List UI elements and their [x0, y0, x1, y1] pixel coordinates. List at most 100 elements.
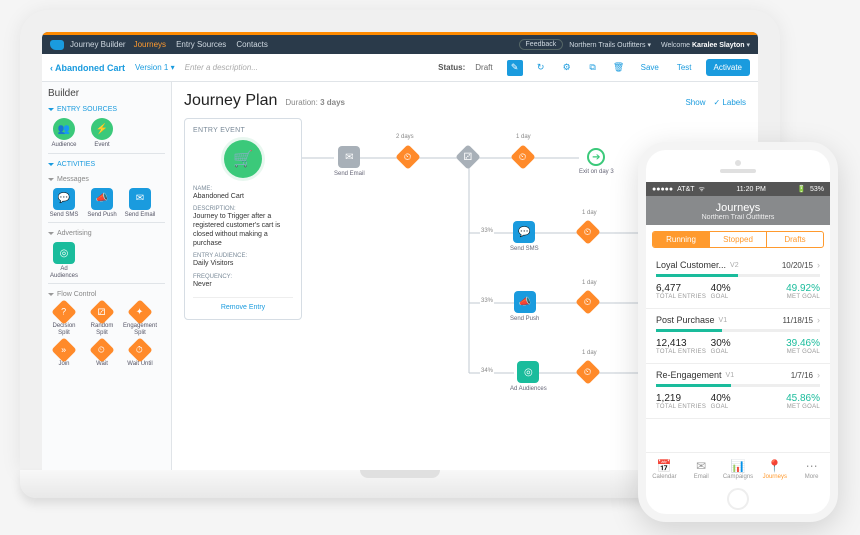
segment-control[interactable]: Running Stopped Drafts [652, 231, 824, 248]
tab-email[interactable]: ✉Email [683, 453, 720, 486]
tile-join[interactable]: »Join [48, 341, 80, 368]
node-wait-1day-d[interactable]: ⏲ [579, 363, 597, 381]
join-icon: » [51, 337, 76, 362]
seg-stopped[interactable]: Stopped [709, 232, 766, 247]
delete-icon[interactable]: 🗑 [611, 60, 627, 76]
group-advertising[interactable]: Advertising [48, 229, 165, 238]
tile-ad-audiences[interactable]: ◎Ad Audiences [48, 242, 80, 279]
phone-header: Journeys Northern Trail Outfitters [646, 196, 830, 225]
node-wait-1day-b[interactable]: ⏲ [579, 223, 597, 241]
description-input[interactable]: Enter a description... [185, 63, 258, 72]
phone-frame: ●●●●● AT&T ᯤ 11:20 PM 🔋 53% Journeys Nor… [638, 142, 838, 522]
push-icon: 📣 [514, 291, 536, 313]
tab-more[interactable]: ⋯More [793, 453, 830, 486]
tile-engagement-split[interactable]: ✦Engagement Split [124, 303, 156, 336]
seg-running[interactable]: Running [653, 232, 709, 247]
push-icon: 📣 [91, 188, 113, 210]
battery-icon: 🔋 [797, 185, 806, 193]
nav-journeys[interactable]: Journeys [134, 40, 166, 49]
mail-icon: ✉ [696, 459, 706, 473]
node-wait-2days[interactable]: ⏲ [399, 148, 417, 166]
sms-icon: 💬 [513, 221, 535, 243]
tile-decision-split[interactable]: ?Decision Split [48, 303, 80, 336]
phone-statusbar: ●●●●● AT&T ᯤ 11:20 PM 🔋 53% [646, 182, 830, 196]
phone-tabbar: 📅Calendar ✉Email 📊Campaigns 📍Journeys ⋯M… [646, 452, 830, 486]
nav-contacts[interactable]: Contacts [236, 40, 268, 49]
node-send-push[interactable]: 📣Send Push [510, 291, 539, 322]
pin-icon: 📍 [767, 459, 782, 473]
group-flow-control[interactable]: Flow Control [48, 290, 165, 299]
random-icon: ⚂ [89, 300, 114, 325]
tile-send-push[interactable]: 📣Send Push [86, 188, 118, 219]
node-wait-1day-c[interactable]: ⏲ [579, 293, 597, 311]
version-dropdown[interactable]: Version 1 ▾ [135, 63, 175, 72]
entry-event-card[interactable]: ENTRY EVENT 🛒 NAME:Abandoned Cart DESCRI… [184, 118, 302, 320]
ad-icon: ◎ [53, 242, 75, 264]
test-button[interactable]: Test [673, 63, 696, 72]
sms-icon: 💬 [53, 188, 75, 210]
more-icon: ⋯ [806, 459, 818, 473]
tab-journeys[interactable]: 📍Journeys [756, 453, 793, 486]
campaigns-icon: 📊 [731, 459, 746, 473]
node-send-email[interactable]: ✉Send Email [334, 146, 365, 177]
salesforce-logo-icon [50, 40, 64, 50]
remove-entry-link[interactable]: Remove Entry [193, 297, 293, 311]
engagement-icon: ✦ [127, 300, 152, 325]
settings-icon[interactable]: ⚙ [559, 60, 575, 76]
user-menu[interactable]: Welcome Karalee Slayton ▾ [661, 41, 750, 49]
builder-sidebar: Builder ENTRY SOURCES 👥Audience ⚡Event A… [42, 82, 172, 470]
show-toggle[interactable]: Show [685, 98, 705, 107]
tile-wait-until[interactable]: ⏱Wait Until [124, 341, 156, 368]
node-exit-a[interactable]: ➔Exit on day 3 [579, 148, 614, 175]
tile-send-sms[interactable]: 💬Send SMS [48, 188, 80, 219]
node-wait-1day-a[interactable]: ⏲ [514, 148, 532, 166]
back-link[interactable]: ‹Abandoned Cart [50, 63, 125, 73]
wait-until-icon: ⏱ [127, 337, 152, 362]
feedback-button[interactable]: Feedback [519, 39, 564, 50]
account-switcher[interactable]: Northern Trails Outfitters ▾ [569, 41, 651, 49]
labels-toggle[interactable]: ✓ Labels [713, 98, 746, 107]
exit-icon: ➔ [587, 148, 605, 166]
nav-entry-sources[interactable]: Entry Sources [176, 40, 226, 49]
seg-drafts[interactable]: Drafts [766, 232, 823, 247]
copy-icon[interactable]: ⧉ [585, 60, 601, 76]
tile-audience[interactable]: 👥Audience [48, 118, 80, 149]
status-value: Draft [475, 63, 492, 72]
tile-event[interactable]: ⚡Event [86, 118, 118, 149]
ad-icon: ◎ [517, 361, 539, 383]
calendar-icon: 📅 [657, 459, 672, 473]
journey-row[interactable]: Re-EngagementV11/7/16› 1,219TOTAL ENTRIE… [646, 364, 830, 419]
tile-random-split[interactable]: ⚂Random Split [86, 303, 118, 336]
audience-icon: 👥 [53, 118, 75, 140]
cart-icon: 🛒 [224, 140, 262, 178]
node-ad-audiences[interactable]: ◎Ad Audiences [510, 361, 547, 392]
journey-row[interactable]: Post PurchaseV111/18/15› 12,413TOTAL ENT… [646, 309, 830, 364]
group-messages[interactable]: Messages [48, 175, 165, 184]
save-button[interactable]: Save [637, 63, 663, 72]
app-topbar: Journey Builder Journeys Entry Sources C… [42, 32, 758, 54]
product-name: Journey Builder [70, 40, 126, 49]
email-icon: ✉ [129, 188, 151, 210]
canvas-title: Journey Plan [184, 92, 277, 110]
status-label: Status: [438, 63, 465, 72]
journey-toolbar: ‹Abandoned Cart Version 1 ▾ Enter a desc… [42, 54, 758, 82]
history-icon[interactable]: ↻ [533, 60, 549, 76]
tile-send-email[interactable]: ✉Send Email [124, 188, 156, 219]
tab-campaigns[interactable]: 📊Campaigns [720, 453, 757, 486]
section-activities[interactable]: ACTIVITIES [48, 160, 165, 169]
section-entry-sources[interactable]: ENTRY SOURCES [48, 105, 165, 114]
journey-row[interactable]: Loyal Customer...V210/20/15› 6,477TOTAL … [646, 254, 830, 309]
decision-icon: ? [51, 300, 76, 325]
tab-calendar[interactable]: 📅Calendar [646, 453, 683, 486]
activate-button[interactable]: Activate [706, 59, 750, 76]
duration: Duration: 3 days [285, 98, 345, 107]
signal-icon: ●●●●● [652, 186, 673, 193]
event-icon: ⚡ [91, 118, 113, 140]
wifi-icon: ᯤ [699, 185, 705, 194]
sidebar-title: Builder [48, 88, 165, 99]
node-random-split[interactable]: ⚂ [459, 148, 477, 166]
home-button[interactable] [727, 488, 749, 510]
tile-wait[interactable]: ⏲Wait [86, 341, 118, 368]
node-send-sms[interactable]: 💬Send SMS [510, 221, 539, 252]
edit-icon[interactable]: ✎ [507, 60, 523, 76]
